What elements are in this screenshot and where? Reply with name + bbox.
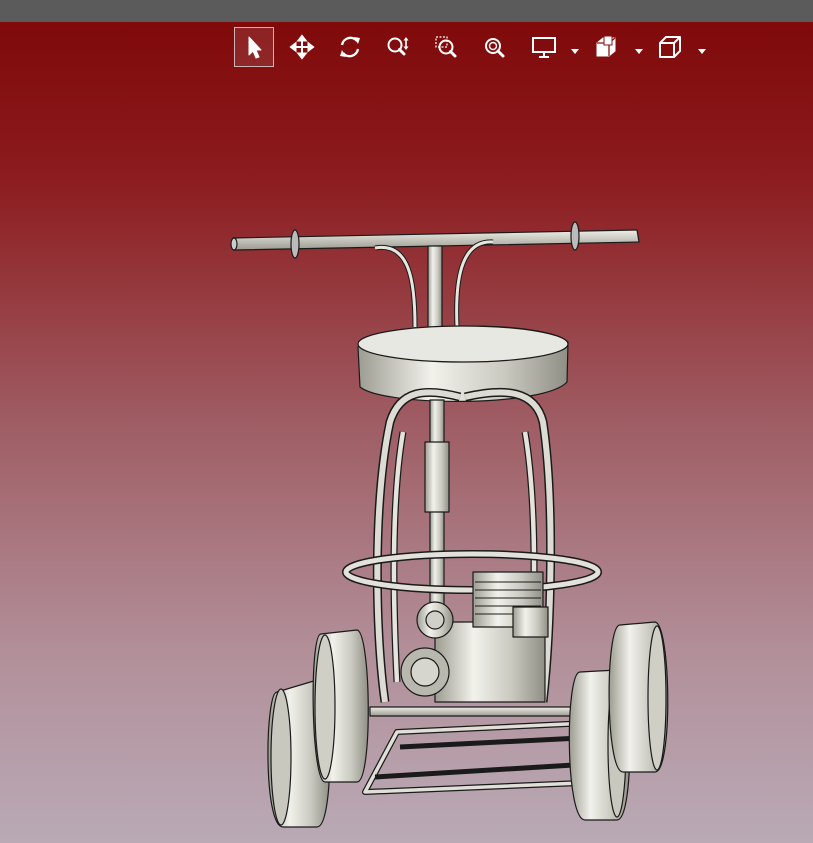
kart-model[interactable] (225, 202, 685, 842)
front-left-wheel (312, 629, 369, 783)
front-right-wheel (608, 621, 669, 773)
handlebar (230, 221, 640, 329)
seat (357, 325, 569, 402)
3d-viewport[interactable] (0, 22, 813, 843)
title-bar (0, 0, 813, 22)
footrest-ring (342, 550, 602, 594)
